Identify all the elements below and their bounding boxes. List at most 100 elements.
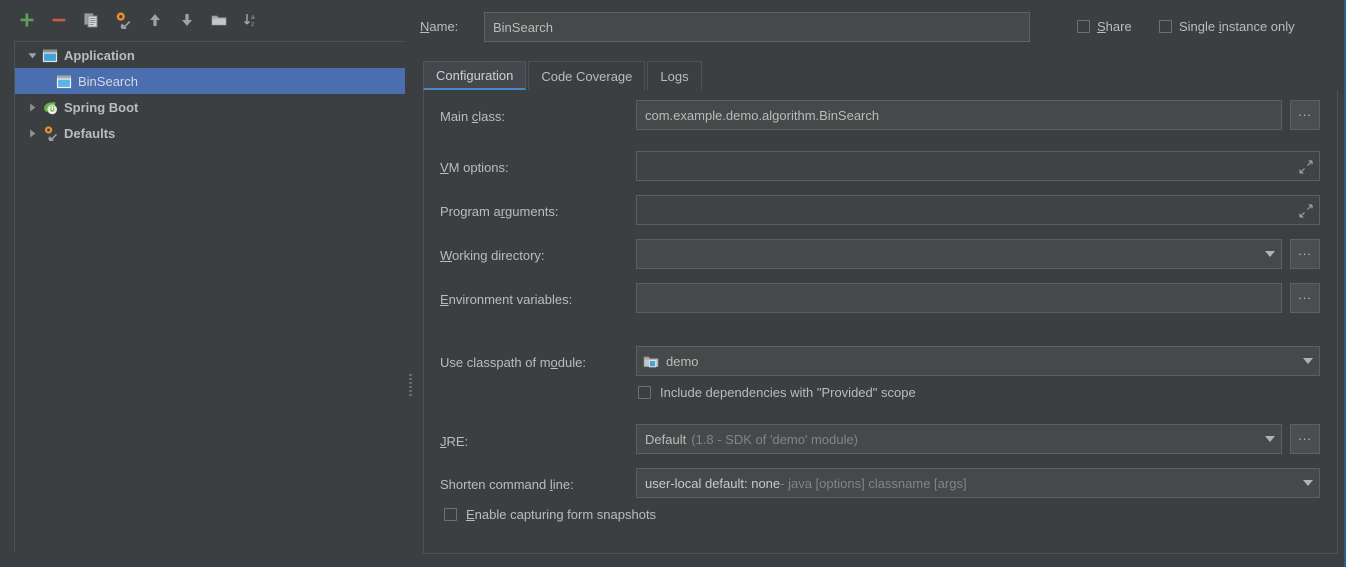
tree-node-binsearch[interactable]: BinSearch: [15, 68, 405, 94]
svg-text:z: z: [251, 21, 254, 28]
move-down-button[interactable]: [176, 9, 198, 31]
configurations-tree[interactable]: Application BinSearch Spring Boot Defaul…: [14, 41, 405, 551]
copy-configuration-button[interactable]: [80, 9, 102, 31]
main-class-browse-label: ...: [1298, 104, 1312, 119]
tab-logs[interactable]: Logs: [647, 61, 702, 90]
single-instance-checkbox-label: Single instance only: [1179, 19, 1295, 34]
remove-configuration-button[interactable]: [48, 9, 70, 31]
enable-form-snapshots-label: Enable capturing form snapshots: [466, 507, 657, 522]
name-input[interactable]: BinSearch: [484, 12, 1030, 42]
environment-variables-label: Environment variables:: [440, 292, 573, 307]
sort-configurations-button[interactable]: a z: [240, 9, 262, 31]
include-provided-scope-checkbox-box[interactable]: [638, 386, 651, 399]
vm-options-input[interactable]: [636, 151, 1320, 181]
chevron-right-icon[interactable]: [23, 124, 41, 142]
program-arguments-input[interactable]: [636, 195, 1320, 225]
svg-text:a: a: [251, 14, 255, 21]
working-directory-browse-label: ...: [1298, 243, 1312, 258]
arrow-up-icon: [150, 14, 160, 26]
tree-node-defaults[interactable]: Defaults: [15, 120, 405, 146]
sort-az-icon: a z: [244, 14, 255, 28]
create-folder-button[interactable]: [208, 9, 230, 31]
chevron-right-icon[interactable]: [23, 98, 41, 116]
vm-options-label: VM options:: [440, 160, 509, 175]
single-instance-checkbox-box[interactable]: [1159, 20, 1172, 33]
wrench-gear-icon: [41, 125, 59, 141]
use-classpath-of-module-label: Use classpath of module:: [440, 355, 586, 370]
run-debug-configurations-dialog: a z Application BinSearch Spring Boot De…: [0, 0, 1346, 567]
tab-logs-label: Logs: [660, 68, 689, 84]
plus-icon: [20, 13, 34, 27]
spring-boot-icon: [41, 99, 59, 115]
include-provided-scope-label: Include dependencies with "Provided" sco…: [660, 385, 916, 400]
folder-icon: [211, 15, 227, 26]
environment-variables-browse-label: ...: [1298, 287, 1312, 302]
configuration-editor-panel: Name: BinSearch Share Single instance on…: [417, 0, 1344, 567]
name-row: Name: BinSearch Share Single instance on…: [417, 11, 1344, 43]
chevron-down-icon[interactable]: [23, 46, 41, 64]
jre-browse-button[interactable]: ...: [1290, 424, 1320, 454]
working-directory-label: Working directory:: [440, 248, 545, 263]
tree-node-label: BinSearch: [78, 73, 138, 89]
use-classpath-of-module-value: demo: [666, 353, 699, 369]
environment-variables-input[interactable]: [636, 283, 1282, 313]
application-icon: [41, 47, 59, 63]
shorten-command-line-label: Shorten command line:: [440, 477, 574, 492]
editor-tabs[interactable]: Configuration Code Coverage Logs: [423, 61, 702, 90]
tree-node-application[interactable]: Application: [15, 42, 405, 68]
enable-form-snapshots-checkbox-box[interactable]: [444, 508, 457, 521]
expand-arrows-icon[interactable]: [1299, 160, 1313, 174]
share-checkbox[interactable]: Share: [1077, 19, 1132, 34]
shorten-command-line-hint: - java [options] classname [args]: [780, 475, 967, 491]
main-class-label: Main class:: [440, 109, 506, 124]
working-directory-combo[interactable]: [636, 239, 1282, 269]
name-input-value: BinSearch: [493, 19, 553, 35]
chevron-down-icon[interactable]: [1297, 347, 1319, 375]
use-classpath-of-module-combo[interactable]: demo: [636, 346, 1320, 376]
share-checkbox-label: Share: [1097, 19, 1132, 34]
jre-value: Default: [645, 431, 687, 447]
shorten-command-line-combo[interactable]: user-local default: none - java [options…: [636, 468, 1320, 498]
add-configuration-button[interactable]: [16, 9, 38, 31]
minus-icon: [52, 18, 66, 22]
arrow-down-icon: [182, 14, 192, 26]
name-label: Name:: [420, 19, 459, 34]
tab-configuration[interactable]: Configuration: [423, 61, 527, 90]
tab-code-coverage[interactable]: Code Coverage: [528, 61, 646, 90]
main-class-value: com.example.demo.algorithm.BinSearch: [645, 107, 880, 123]
working-directory-browse-button[interactable]: ...: [1290, 239, 1320, 269]
expand-arrows-icon[interactable]: [1299, 204, 1313, 218]
panel-splitter[interactable]: [405, 0, 417, 567]
wrench-gear-icon: [116, 12, 131, 29]
chevron-down-icon[interactable]: [1259, 425, 1281, 453]
chevron-down-icon[interactable]: [1259, 240, 1281, 268]
single-instance-checkbox[interactable]: Single instance only: [1159, 19, 1295, 34]
configuration-tab-content: Main class: com.example.demo.algorithm.B…: [423, 90, 1338, 554]
program-arguments-label: Program arguments:: [440, 204, 559, 219]
copy-icon: [84, 13, 98, 28]
move-up-button[interactable]: [144, 9, 166, 31]
configurations-left-panel: a z Application BinSearch Spring Boot De…: [0, 0, 405, 567]
main-class-input[interactable]: com.example.demo.algorithm.BinSearch: [636, 100, 1282, 130]
tree-node-spring-boot[interactable]: Spring Boot: [15, 94, 405, 120]
environment-variables-browse-button[interactable]: ...: [1290, 283, 1320, 313]
main-class-browse-button[interactable]: ...: [1290, 100, 1320, 130]
splitter-grip[interactable]: [409, 374, 413, 396]
application-icon: [55, 73, 73, 89]
include-provided-scope-checkbox[interactable]: Include dependencies with "Provided" sco…: [638, 385, 916, 400]
edit-defaults-button[interactable]: [112, 9, 134, 31]
chevron-down-icon[interactable]: [1297, 469, 1319, 497]
tab-configuration-label: Configuration: [436, 67, 514, 83]
shorten-command-line-value: user-local default: none: [645, 475, 781, 491]
tree-node-label: Application: [64, 47, 135, 63]
jre-combo[interactable]: Default (1.8 - SDK of 'demo' module): [636, 424, 1282, 454]
jre-value-hint: (1.8 - SDK of 'demo' module): [691, 431, 859, 447]
enable-form-snapshots-checkbox[interactable]: Enable capturing form snapshots: [444, 507, 656, 522]
share-checkbox-box[interactable]: [1077, 20, 1090, 33]
configurations-toolbar: a z: [0, 0, 405, 40]
module-icon: [643, 354, 659, 369]
jre-browse-label: ...: [1298, 428, 1312, 443]
tree-node-label: Defaults: [64, 125, 116, 141]
tree-node-label: Spring Boot: [64, 99, 139, 115]
tab-code-coverage-label: Code Coverage: [541, 68, 633, 84]
